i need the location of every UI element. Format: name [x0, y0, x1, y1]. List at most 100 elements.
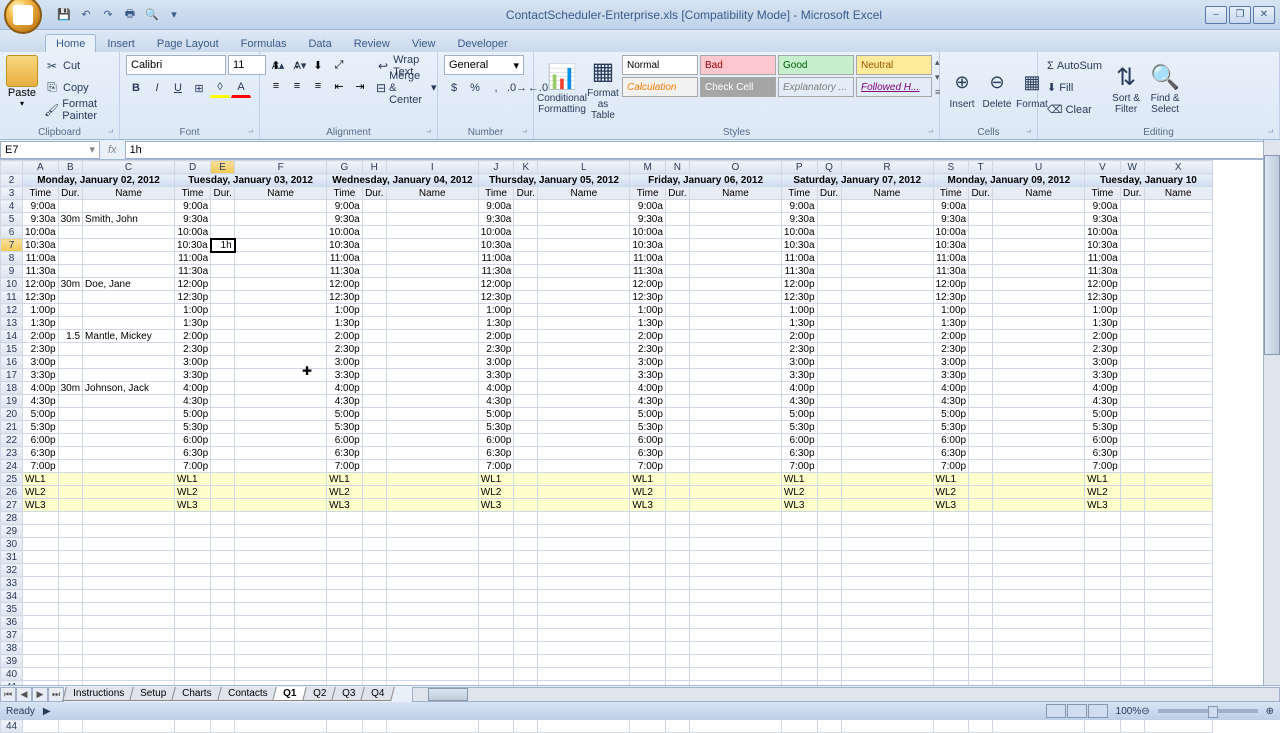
- empty-cell[interactable]: [1085, 538, 1121, 551]
- time-cell[interactable]: 10:30a: [630, 239, 666, 252]
- align-bottom[interactable]: ⬇: [308, 55, 328, 75]
- empty-cell[interactable]: [362, 577, 386, 590]
- sub-header-time[interactable]: Time: [933, 187, 969, 200]
- time-cell[interactable]: 1:30p: [478, 317, 514, 330]
- name-cell[interactable]: [1144, 291, 1212, 304]
- appointment-name[interactable]: Doe, Jane: [83, 278, 175, 291]
- empty-cell[interactable]: [1144, 655, 1212, 668]
- empty-cell[interactable]: [689, 525, 781, 538]
- duration-cell[interactable]: 1.5: [58, 330, 82, 343]
- time-cell[interactable]: 9:30a: [1085, 213, 1121, 226]
- empty-cell[interactable]: [1120, 616, 1144, 629]
- time-cell[interactable]: 10:30a: [23, 239, 59, 252]
- empty-cell[interactable]: [1120, 538, 1144, 551]
- empty-cell[interactable]: [538, 720, 630, 733]
- duration-cell[interactable]: [665, 252, 689, 265]
- name-cell[interactable]: [689, 213, 781, 226]
- duration-cell[interactable]: [817, 434, 841, 447]
- name-cell[interactable]: [841, 291, 933, 304]
- empty-cell[interactable]: [1144, 590, 1212, 603]
- qat-redo[interactable]: ↷: [99, 6, 117, 24]
- empty-cell[interactable]: [1085, 655, 1121, 668]
- name-cell[interactable]: [993, 265, 1085, 278]
- empty-cell[interactable]: [327, 551, 363, 564]
- time-cell[interactable]: 3:30p: [23, 369, 59, 382]
- time-cell[interactable]: 2:00p: [781, 330, 817, 343]
- empty-cell[interactable]: [327, 525, 363, 538]
- duration-cell[interactable]: [969, 460, 993, 473]
- duration-cell[interactable]: [362, 330, 386, 343]
- empty-cell[interactable]: [1144, 720, 1212, 733]
- empty-cell[interactable]: [23, 616, 59, 629]
- name-cell[interactable]: [235, 278, 327, 291]
- wl-dur[interactable]: [514, 473, 538, 486]
- empty-cell[interactable]: [175, 616, 211, 629]
- row-header-18[interactable]: 18: [1, 382, 23, 395]
- time-cell[interactable]: 5:00p: [327, 408, 363, 421]
- name-cell[interactable]: [538, 434, 630, 447]
- duration-cell[interactable]: [665, 330, 689, 343]
- duration-cell[interactable]: [362, 226, 386, 239]
- duration-cell[interactable]: [1120, 356, 1144, 369]
- duration-cell[interactable]: [1120, 239, 1144, 252]
- empty-cell[interactable]: [933, 590, 969, 603]
- row-header-16[interactable]: 16: [1, 356, 23, 369]
- sub-header-time[interactable]: Time: [327, 187, 363, 200]
- row-header-10[interactable]: 10: [1, 278, 23, 291]
- empty-cell[interactable]: [1144, 629, 1212, 642]
- day-header[interactable]: Saturday, January 07, 2012: [781, 174, 933, 187]
- name-cell[interactable]: [83, 447, 175, 460]
- time-cell[interactable]: 11:00a: [175, 252, 211, 265]
- duration-cell[interactable]: [58, 291, 82, 304]
- duration-cell[interactable]: [362, 304, 386, 317]
- copy-button[interactable]: ⎘Copy: [41, 77, 113, 98]
- empty-cell[interactable]: [538, 629, 630, 642]
- name-cell[interactable]: [386, 395, 478, 408]
- empty-cell[interactable]: [781, 577, 817, 590]
- empty-cell[interactable]: [630, 655, 666, 668]
- time-cell[interactable]: 12:00p: [23, 278, 59, 291]
- wl-dur[interactable]: [362, 473, 386, 486]
- wl-name[interactable]: [993, 473, 1085, 486]
- wl-name[interactable]: [993, 499, 1085, 512]
- column-header-I[interactable]: I: [386, 161, 478, 174]
- time-cell[interactable]: 2:00p: [327, 330, 363, 343]
- empty-cell[interactable]: [1144, 551, 1212, 564]
- row-header-2[interactable]: 2: [1, 174, 23, 187]
- empty-cell[interactable]: [538, 603, 630, 616]
- empty-cell[interactable]: [211, 551, 235, 564]
- qat-save[interactable]: 💾: [55, 6, 73, 24]
- empty-cell[interactable]: [781, 525, 817, 538]
- time-cell[interactable]: 2:00p: [933, 330, 969, 343]
- duration-cell[interactable]: [665, 200, 689, 213]
- empty-cell[interactable]: [83, 642, 175, 655]
- name-cell[interactable]: [235, 395, 327, 408]
- name-cell[interactable]: [841, 252, 933, 265]
- column-header-V[interactable]: V: [1085, 161, 1121, 174]
- name-cell[interactable]: [538, 200, 630, 213]
- sheet-tab-q4[interactable]: Q4: [360, 687, 395, 701]
- empty-cell[interactable]: [665, 551, 689, 564]
- selected-cell[interactable]: 1h: [211, 239, 235, 252]
- time-cell[interactable]: 6:30p: [327, 447, 363, 460]
- empty-cell[interactable]: [386, 551, 478, 564]
- name-cell[interactable]: [83, 395, 175, 408]
- column-header-L[interactable]: L: [538, 161, 630, 174]
- empty-cell[interactable]: [630, 564, 666, 577]
- time-cell[interactable]: 12:30p: [1085, 291, 1121, 304]
- empty-cell[interactable]: [235, 525, 327, 538]
- qat-dropdown[interactable]: ▾: [165, 6, 183, 24]
- fill-color-button[interactable]: ◊: [210, 78, 230, 98]
- empty-cell[interactable]: [386, 655, 478, 668]
- empty-cell[interactable]: [781, 551, 817, 564]
- empty-cell[interactable]: [933, 564, 969, 577]
- fill-button[interactable]: ⬇ Fill: [1044, 77, 1105, 98]
- empty-cell[interactable]: [993, 551, 1085, 564]
- duration-cell[interactable]: [969, 382, 993, 395]
- duration-cell[interactable]: [362, 369, 386, 382]
- empty-cell[interactable]: [362, 590, 386, 603]
- empty-cell[interactable]: [993, 668, 1085, 681]
- wl-name[interactable]: [386, 499, 478, 512]
- name-cell[interactable]: [993, 226, 1085, 239]
- wl-dur[interactable]: [211, 473, 235, 486]
